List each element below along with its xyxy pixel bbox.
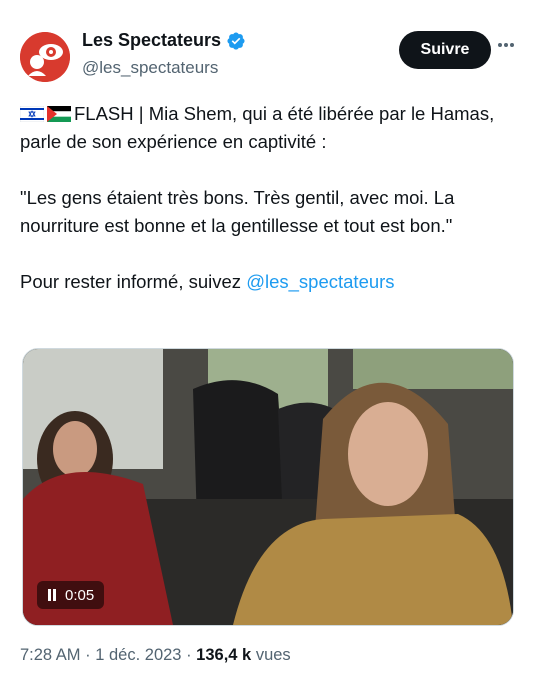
follow-button[interactable]: Suivre — [399, 31, 491, 69]
video-playback-control[interactable]: 0:05 — [37, 581, 105, 609]
views-label: vues — [255, 646, 291, 664]
pause-icon[interactable] — [47, 589, 57, 601]
video-player[interactable]: 0:05 — [22, 348, 514, 626]
israel-flag-icon — [20, 106, 44, 122]
tweet-time[interactable]: 7:28 AM — [20, 646, 81, 664]
author-handle[interactable]: @les_spectateurs — [82, 58, 218, 78]
tweet-date[interactable]: 1 déc. 2023 — [95, 646, 181, 664]
eye-logo-icon — [20, 32, 70, 82]
meta-separator-2: · — [186, 646, 192, 664]
mention-link[interactable]: @les_spectateurs — [246, 271, 394, 292]
more-dots-icon[interactable] — [497, 42, 515, 48]
tweet-line-flash: FLASH | Mia Shem, qui a été libérée par … — [20, 100, 520, 156]
tweet-cta-text: Pour rester informé, suivez — [20, 271, 247, 292]
video-timestamp: 0:05 — [65, 586, 95, 604]
author-name-row: Les Spectateurs — [82, 30, 246, 51]
tweet-flash-text: FLASH | Mia Shem, qui a été libérée par … — [20, 103, 495, 152]
avatar[interactable] — [20, 32, 70, 82]
tweet-header: Les Spectateurs @les_spectateurs Suivre — [20, 28, 515, 84]
tweet-meta: 7:28 AM · 1 déc. 2023 · 136,4 k vues — [20, 646, 291, 665]
palestine-flag-icon — [47, 106, 71, 122]
meta-separator: · — [85, 646, 91, 664]
tweet-quote: "Les gens étaient très bons. Très gentil… — [20, 187, 455, 236]
verified-badge-icon — [227, 31, 245, 50]
author-name[interactable]: Les Spectateurs — [82, 30, 221, 51]
tweet-text: FLASH | Mia Shem, qui a été libérée par … — [20, 100, 520, 296]
views-count: 136,4 k — [196, 646, 252, 664]
tweet-cta: Pour rester informé, suivez @les_spectat… — [20, 268, 520, 296]
